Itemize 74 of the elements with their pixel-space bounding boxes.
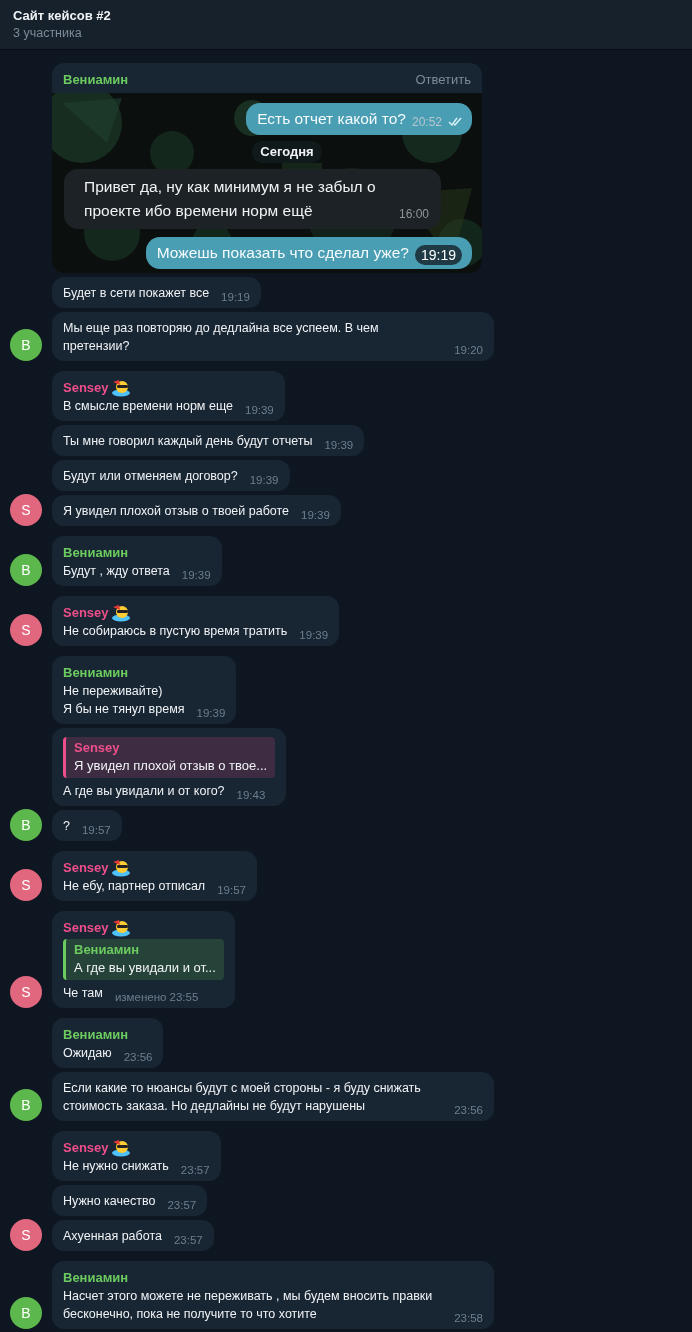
user-avatar[interactable]: В	[10, 554, 42, 586]
sender-name: Вениамин	[63, 70, 129, 89]
sender-name: Sensey	[63, 1138, 109, 1157]
user-avatar[interactable]: S	[10, 976, 42, 1008]
user-avatar[interactable]: В	[10, 809, 42, 841]
message-time: 23:58	[454, 1311, 483, 1326]
user-avatar[interactable]: S	[10, 1219, 42, 1251]
message-time: 19:43	[236, 788, 266, 803]
message-time: 19:57	[217, 883, 246, 898]
reply-preview[interactable]: Sensey Я увидел плохой отзыв о твое...	[63, 737, 276, 778]
message-time: 23:57	[167, 1198, 197, 1213]
message-time: 19:39	[324, 438, 354, 453]
message-time: 20:52	[411, 114, 442, 131]
chat-title: Сайт кейсов #2	[13, 7, 112, 25]
reply-author: Вениамин	[74, 941, 141, 959]
reply-text: А где вы увидали и от...	[74, 959, 216, 977]
message-text: Ты мне говорил каждый день будут отчеты	[63, 433, 313, 450]
message-text: Будут , жду ответа	[63, 563, 170, 580]
message-text: Я увидел плохой отзыв о твоей работе	[63, 503, 290, 520]
message-time: 19:39	[245, 403, 274, 418]
message-time: изменено 23:55	[114, 990, 199, 1005]
message-time: 19:39	[299, 628, 329, 643]
reply-link[interactable]: Ответить	[415, 70, 471, 89]
sender-name: Sensey	[63, 603, 109, 622]
message-time: 19:19	[221, 290, 250, 305]
member-count: 3 участника	[13, 25, 83, 42]
message-text: Нужно качество	[63, 1193, 156, 1210]
message-text: Че там	[63, 985, 103, 1002]
reply-author: Sensey	[74, 739, 121, 757]
message-text: Привет да, ну как минимум я не забыл о проекте ибо времени норм ещё	[84, 177, 377, 221]
sender-name: Вениамин	[63, 1025, 129, 1044]
message-text: Можешь показать что сделал уже?	[156, 243, 409, 263]
message-text: Не нужно снижать	[63, 1158, 169, 1175]
user-avatar[interactable]: S	[10, 614, 42, 646]
message-time: 23:57	[180, 1163, 210, 1178]
message-time: 23:56	[123, 1050, 153, 1065]
message-text: Будут или отменяем договор?	[63, 468, 238, 485]
sender-name: Вениамин	[63, 1268, 129, 1287]
message-text: Есть отчет какой то?	[257, 109, 406, 129]
message-text: Не ебу, партнер отписал	[63, 878, 206, 895]
reply-preview[interactable]: Вениамин А где вы увидали и от...	[63, 939, 224, 980]
message-time: 19:39	[181, 568, 211, 583]
message-text: Если какие то нюансы будут с моей стороны - я буду снижать стоимость заказа. Но дедлайны не будут нарушены	[63, 1080, 422, 1115]
user-avatar[interactable]: S	[10, 494, 42, 526]
message-time: 19:19	[414, 245, 462, 265]
sender-name: Sensey	[63, 858, 109, 877]
message-text: Не переживайте) Я бы не тянул время	[63, 683, 185, 718]
message-time: 19:39	[196, 706, 226, 721]
message-text: Мы еще раз повторяю до дедлайна все успеем. В чем претензии?	[63, 320, 380, 355]
sender-name: Sensey	[63, 918, 109, 937]
message-time: 19:39	[249, 473, 279, 488]
message-text: Будет в сети покажет все	[63, 285, 210, 302]
date-label: Сегодня	[252, 141, 322, 163]
message-text: Не собираюсь в пустую время тратить	[63, 623, 288, 640]
message-text: Ахуенная работа	[63, 1228, 162, 1245]
user-avatar[interactable]: В	[10, 329, 42, 361]
message-text: В смысле времени норм еще	[63, 398, 233, 415]
message-text: А где вы увидали и от кого?	[63, 783, 225, 800]
user-avatar[interactable]: В	[10, 1297, 42, 1329]
message-time: 19:57	[81, 823, 111, 838]
message-time: 19:20	[454, 343, 483, 358]
sender-name: Sensey	[63, 378, 109, 397]
message-time: 19:39	[301, 508, 330, 523]
sender-name: Вениамин	[63, 543, 129, 562]
message-text: Насчет этого можете не переживать , мы будем вносить правки бесконечно, пока не получите то что хотите	[63, 1288, 434, 1323]
message-time: 16:00	[398, 206, 429, 223]
user-avatar[interactable]: В	[10, 1089, 42, 1121]
reply-text: Я увидел плохой отзыв о твое...	[74, 757, 268, 775]
message-time: 23:57	[173, 1233, 203, 1248]
user-avatar[interactable]: S	[10, 869, 42, 901]
message-text: ?	[63, 818, 70, 835]
message-time: 23:56	[454, 1103, 483, 1118]
sender-name: Вениамин	[63, 663, 129, 682]
message-text: Ожидаю	[63, 1045, 112, 1062]
